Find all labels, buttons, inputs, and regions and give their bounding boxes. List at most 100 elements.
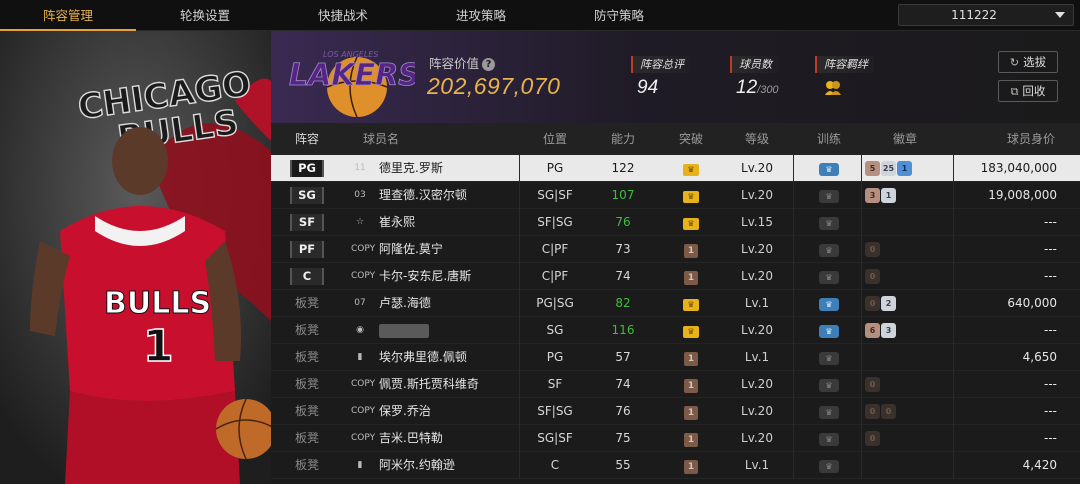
lineup-selector-dropdown[interactable]: 111222 bbox=[898, 4, 1074, 26]
level-cell: Lv.1 bbox=[744, 458, 770, 472]
bond-icon[interactable] bbox=[823, 77, 843, 97]
player-name[interactable]: 卢瑟.海德 bbox=[379, 290, 431, 317]
player-name[interactable]: 埃尔弗里德.佩顿 bbox=[379, 344, 467, 371]
table-row[interactable]: C COPY 卡尔-安东尼.唐斯 C|PF 74 1 Lv.20 ♛ 0 --- bbox=[271, 263, 1080, 290]
training-cell: ♛ bbox=[799, 317, 859, 344]
level-cell: Lv.15 bbox=[741, 215, 773, 229]
player-value-cell: --- bbox=[1044, 323, 1057, 337]
help-icon[interactable]: ? bbox=[482, 58, 496, 71]
badge-icon[interactable]: 0 bbox=[865, 269, 880, 284]
training-icon[interactable]: ♛ bbox=[819, 163, 839, 176]
level-cell: Lv.1 bbox=[744, 350, 770, 364]
column-divider bbox=[953, 317, 954, 344]
player-name[interactable]: 崔永熙 bbox=[379, 209, 415, 236]
column-divider bbox=[861, 209, 862, 236]
lineup-slot-badge[interactable]: C bbox=[290, 268, 324, 285]
column-divider bbox=[519, 452, 520, 479]
tab-lineup-management[interactable]: 阵容管理 bbox=[0, 0, 136, 31]
badge-icon[interactable]: 3 bbox=[865, 188, 880, 203]
badge-icon[interactable]: 1 bbox=[897, 161, 912, 176]
player-name[interactable]: 卡尔-安东尼.唐斯 bbox=[379, 263, 471, 290]
roster-table: 阵容 球员名 位置 能力 突破 等级 训练 徽章 球员身价 PG 11 德里克.罗斯… bbox=[271, 123, 1080, 484]
crown-icon: ♛ bbox=[683, 218, 699, 230]
table-row[interactable]: PF COPY 阿隆佐.莫宁 C|PF 73 1 Lv.20 ♛ 0 --- bbox=[271, 236, 1080, 263]
player-value-cell: --- bbox=[1044, 215, 1057, 229]
badge-icon[interactable]: 0 bbox=[881, 404, 896, 419]
player-name[interactable]: 佩贾.斯托贾科维奇 bbox=[379, 371, 479, 398]
col-player-value[interactable]: 球员身价 bbox=[991, 123, 1071, 155]
column-divider bbox=[953, 236, 954, 263]
table-row[interactable]: 板凳 ▮ 埃尔弗里德.佩顿 PG 57 1 Lv.1 ♛ 4,650 bbox=[271, 344, 1080, 371]
col-slot[interactable]: 阵容 bbox=[271, 123, 343, 155]
badge-icon[interactable]: 2 bbox=[881, 296, 896, 311]
player-name[interactable]: 保罗.乔治 bbox=[379, 398, 431, 425]
col-player-name[interactable]: 球员名 bbox=[351, 123, 411, 155]
player-name[interactable]: 阿隆佐.莫宁 bbox=[379, 236, 443, 263]
badge-icon[interactable]: 5 bbox=[865, 161, 880, 176]
badge-list: 0 bbox=[865, 241, 881, 258]
tab-rotation-settings[interactable]: 轮换设置 bbox=[136, 0, 274, 31]
position-cell: SF|SG bbox=[537, 215, 573, 229]
badge-icon[interactable]: 1 bbox=[881, 188, 896, 203]
table-row[interactable]: 板凳 ◉ SG 116 ♛ Lv.20 ♛ 6 3 --- bbox=[271, 317, 1080, 344]
player-name[interactable]: 德里克.罗斯 bbox=[379, 155, 443, 182]
column-divider bbox=[861, 290, 862, 317]
table-row[interactable]: 板凳 07 卢瑟.海德 PG|SG 82 ♛ Lv.1 ♛ 0 2 640,000 bbox=[271, 290, 1080, 317]
lineup-value-label-text: 阵容价值 bbox=[429, 56, 480, 71]
training-icon[interactable]: ♛ bbox=[819, 217, 839, 230]
tab-defense-strategy[interactable]: 防守策略 bbox=[550, 0, 688, 31]
badge-icon[interactable]: 3 bbox=[881, 323, 896, 338]
lineup-slot-badge[interactable]: PF bbox=[290, 241, 324, 258]
badge-icon[interactable]: 0 bbox=[865, 242, 880, 257]
badge-icon[interactable]: 0 bbox=[865, 431, 880, 446]
badge-list: 02 bbox=[865, 295, 897, 312]
training-icon[interactable]: ♛ bbox=[819, 271, 839, 284]
training-icon[interactable]: ♛ bbox=[819, 379, 839, 392]
training-icon[interactable]: ♛ bbox=[819, 406, 839, 419]
recycle-button[interactable]: ⧉ 回收 bbox=[998, 80, 1058, 102]
lineup-slot-badge[interactable]: SF bbox=[290, 214, 324, 231]
badge-icon[interactable]: 25 bbox=[881, 161, 896, 176]
table-row[interactable]: 板凳 COPY 佩贾.斯托贾科维奇 SF 74 1 Lv.20 ♛ 0 --- bbox=[271, 371, 1080, 398]
col-level[interactable]: 等级 bbox=[727, 123, 787, 155]
table-row[interactable]: 板凳 COPY 保罗.乔治 SF|SG 76 1 Lv.20 ♛ 0 0 --- bbox=[271, 398, 1080, 425]
col-badges[interactable]: 徽章 bbox=[875, 123, 935, 155]
col-training[interactable]: 训练 bbox=[799, 123, 859, 155]
lineup-slot-badge[interactable]: PG bbox=[290, 160, 324, 177]
tab-quick-tactics[interactable]: 快捷战术 bbox=[274, 0, 412, 31]
player-name[interactable] bbox=[379, 324, 429, 338]
ability-cell: 73 bbox=[615, 242, 631, 256]
badge-icon[interactable]: 0 bbox=[865, 296, 880, 311]
training-icon[interactable]: ♛ bbox=[819, 460, 839, 473]
player-name[interactable]: 理查德.汉密尔顿 bbox=[379, 182, 467, 209]
slot-cell: 板凳 bbox=[271, 452, 343, 479]
scout-button[interactable]: ↻ 选拔 bbox=[998, 51, 1058, 73]
col-position[interactable]: 位置 bbox=[521, 123, 589, 155]
training-icon[interactable]: ♛ bbox=[819, 298, 839, 311]
badge-icon[interactable]: 6 bbox=[865, 323, 880, 338]
slot-cell: 板凳 bbox=[271, 290, 343, 317]
training-icon[interactable]: ♛ bbox=[819, 325, 839, 338]
col-ability[interactable]: 能力 bbox=[593, 123, 653, 155]
training-icon[interactable]: ♛ bbox=[819, 190, 839, 203]
lineup-slot-badge[interactable]: SG bbox=[290, 187, 324, 204]
jersey-number-icon: COPY bbox=[351, 379, 376, 389]
table-row[interactable]: 板凳 COPY 吉米.巴特勒 SG|SF 75 1 Lv.20 ♛ 0 --- bbox=[271, 425, 1080, 452]
training-icon[interactable]: ♛ bbox=[819, 244, 839, 257]
table-row[interactable]: PG 11 德里克.罗斯 PG 122 ♛ Lv.20 ♛ 5 25 1 183,040,000 bbox=[271, 155, 1080, 182]
col-breakthrough[interactable]: 突破 bbox=[661, 123, 721, 155]
breakthrough-cell: ♛ bbox=[661, 155, 721, 182]
position-cell: SF|SG bbox=[537, 404, 573, 418]
training-cell: ♛ bbox=[799, 263, 859, 290]
player-value-cell: 183,040,000 bbox=[980, 161, 1057, 175]
tab-offense-strategy[interactable]: 进攻策略 bbox=[412, 0, 550, 31]
player-name[interactable]: 阿米尔.约翰逊 bbox=[379, 452, 455, 479]
training-icon[interactable]: ♛ bbox=[819, 433, 839, 446]
badge-icon[interactable]: 0 bbox=[865, 404, 880, 419]
table-row[interactable]: 板凳 ▮ 阿米尔.约翰逊 C 55 1 Lv.1 ♛ 4,420 bbox=[271, 452, 1080, 479]
badge-icon[interactable]: 0 bbox=[865, 377, 880, 392]
table-row[interactable]: SF ☆ 崔永熙 SF|SG 76 ♛ Lv.15 ♛ --- bbox=[271, 209, 1080, 236]
training-icon[interactable]: ♛ bbox=[819, 352, 839, 365]
table-row[interactable]: SG 03 理查德.汉密尔顿 SG|SF 107 ♛ Lv.20 ♛ 3 1 19,008,000 bbox=[271, 182, 1080, 209]
player-name[interactable]: 吉米.巴特勒 bbox=[379, 425, 443, 452]
